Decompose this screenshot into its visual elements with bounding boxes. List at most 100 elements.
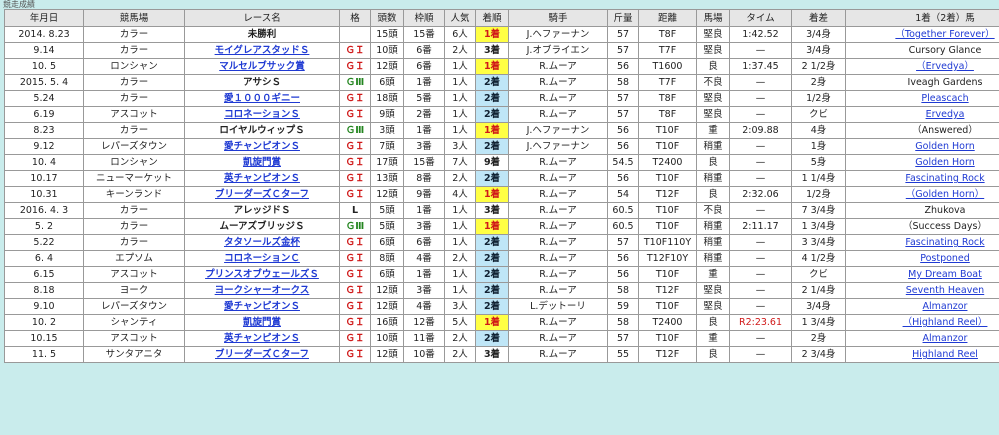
race-name-cell[interactable]: 英チャンピオンＳ: [185, 331, 339, 346]
winner-horse-cell[interactable]: Almanzor: [846, 299, 999, 314]
winner-horse-cell[interactable]: Postponed: [846, 251, 999, 266]
draw-cell: 3番: [404, 139, 444, 154]
margin-cell: 1 3/4身: [792, 315, 845, 330]
margin-cell: 4 1/2身: [792, 251, 845, 266]
margin-cell: 2身: [792, 331, 845, 346]
race-name-cell[interactable]: ブリーダーズＣターフ: [185, 187, 339, 202]
going-cell: 堅良: [697, 107, 729, 122]
race-name-cell[interactable]: 愛チャンピオンＳ: [185, 299, 339, 314]
date-cell: 6.19: [5, 107, 83, 122]
popularity-cell: 2人: [445, 43, 475, 58]
jockey-cell: R.ムーア: [509, 283, 607, 298]
grade-cell: ＧＩ: [340, 171, 370, 186]
margin-cell: 1/2身: [792, 91, 845, 106]
course-cell: レパーズタウン: [84, 139, 184, 154]
going-cell: 良: [697, 315, 729, 330]
time-cell: R2:23.61: [730, 315, 791, 330]
going-cell: 重: [697, 123, 729, 138]
grade-cell: ＧⅢ: [340, 219, 370, 234]
race-name-cell[interactable]: 愛１０００ギニー: [185, 91, 339, 106]
draw-cell: 6番: [404, 43, 444, 58]
race-name-cell[interactable]: ブリーダーズＣターフ: [185, 347, 339, 362]
popularity-cell: 3人: [445, 139, 475, 154]
winner-horse-cell[interactable]: Ervedya: [846, 107, 999, 122]
grade-cell: ＧＩ: [340, 283, 370, 298]
weight-cell: 54.5: [608, 155, 638, 170]
distance-cell: T8F: [639, 107, 696, 122]
race-name-cell[interactable]: 凱旋門賞: [185, 155, 339, 170]
margin-cell: 7 3/4身: [792, 203, 845, 218]
runners-cell: 17頭: [371, 155, 403, 170]
winner-horse-cell[interactable]: （Together Forever）: [846, 27, 999, 42]
jockey-cell: R.ムーア: [509, 235, 607, 250]
runners-cell: 7頭: [371, 139, 403, 154]
winner-horse-cell[interactable]: Seventh Heaven: [846, 283, 999, 298]
distance-cell: T12F: [639, 283, 696, 298]
runners-cell: 12頭: [371, 347, 403, 362]
distance-cell: T7F: [639, 75, 696, 90]
grade-cell: ＧＩ: [340, 43, 370, 58]
draw-cell: 8番: [404, 171, 444, 186]
popularity-cell: 6人: [445, 27, 475, 42]
going-cell: 良: [697, 59, 729, 74]
date-cell: 6.15: [5, 267, 83, 282]
runners-cell: 6頭: [371, 235, 403, 250]
margin-cell: 5身: [792, 155, 845, 170]
race-name-cell[interactable]: 英チャンピオンＳ: [185, 171, 339, 186]
winner-horse-cell[interactable]: （Ervedya）: [846, 59, 999, 74]
going-cell: 堅良: [697, 43, 729, 58]
finish-cell: 2着: [476, 75, 508, 90]
grade-cell: ＧＩ: [340, 235, 370, 250]
finish-cell: 2着: [476, 139, 508, 154]
race-name-cell[interactable]: コロネーションＳ: [185, 107, 339, 122]
runners-cell: 9頭: [371, 107, 403, 122]
runners-cell: 10頭: [371, 331, 403, 346]
winner-horse-cell[interactable]: Fascinating Rock: [846, 171, 999, 186]
winner-horse-cell[interactable]: Highland Reel: [846, 347, 999, 362]
winner-horse-cell[interactable]: Pleascach: [846, 91, 999, 106]
distance-cell: T10F: [639, 123, 696, 138]
popularity-cell: 3人: [445, 299, 475, 314]
runners-cell: 12頭: [371, 59, 403, 74]
winner-horse-cell[interactable]: My Dream Boat: [846, 267, 999, 282]
going-cell: 稍重: [697, 139, 729, 154]
draw-cell: 4番: [404, 251, 444, 266]
going-cell: 稍重: [697, 235, 729, 250]
finish-cell: 2着: [476, 235, 508, 250]
table-row: 8.23 カラー ロイヤルウィップＳ ＧⅢ 3頭 1番 1人 1着 J.ヘファーナン 56 T10F…: [5, 123, 999, 138]
winner-horse-cell[interactable]: Golden Horn: [846, 139, 999, 154]
race-name-cell[interactable]: プリンスオブウェールズＳ: [185, 267, 339, 282]
course-cell: カラー: [84, 27, 184, 42]
race-name-cell[interactable]: 愛チャンピオンＳ: [185, 139, 339, 154]
winner-horse-cell[interactable]: Fascinating Rock: [846, 235, 999, 250]
draw-cell: 12番: [404, 315, 444, 330]
date-cell: 8.23: [5, 123, 83, 138]
grade-cell: ＧＩ: [340, 251, 370, 266]
going-cell: 重: [697, 331, 729, 346]
time-cell: 2:09.88: [730, 123, 791, 138]
winner-horse-cell: （Answered）: [846, 123, 999, 138]
race-name-cell[interactable]: ヨークシャーオークス: [185, 283, 339, 298]
table-row: 10.31 キーンランド ブリーダーズＣターフ ＧＩ 12頭 9番 4人 1着 R.ムーア 54 T…: [5, 187, 999, 202]
race-name-cell[interactable]: コロネーションＣ: [185, 251, 339, 266]
race-name-cell: ムーアズブリッジＳ: [185, 219, 339, 234]
winner-horse-cell[interactable]: （Highland Reel）: [846, 315, 999, 330]
table-row: 5. 2 カラー ムーアズブリッジＳ ＧⅢ 5頭 3番 1人 1着 R.ムーア 60.5 T10F 稍…: [5, 219, 999, 234]
race-name-cell[interactable]: マルセルブサック賞: [185, 59, 339, 74]
jockey-cell: R.ムーア: [509, 107, 607, 122]
margin-cell: 3 3/4身: [792, 235, 845, 250]
jockey-cell: R.ムーア: [509, 171, 607, 186]
header-race-name: レース名: [185, 10, 339, 26]
time-cell: 2:11.17: [730, 219, 791, 234]
race-name-cell[interactable]: タタソールズ金杯: [185, 235, 339, 250]
course-cell: ロンシャン: [84, 155, 184, 170]
jockey-cell: J.ヘファーナン: [509, 27, 607, 42]
race-name-cell[interactable]: 凱旋門賞: [185, 315, 339, 330]
winner-horse-cell[interactable]: Almanzor: [846, 331, 999, 346]
margin-cell: 1 3/4身: [792, 219, 845, 234]
winner-horse-cell[interactable]: （Golden Horn）: [846, 187, 999, 202]
race-name-cell[interactable]: モイグレアスタッドＳ: [185, 43, 339, 58]
runners-cell: 12頭: [371, 299, 403, 314]
winner-horse-cell[interactable]: Golden Horn: [846, 155, 999, 170]
course-cell: アスコット: [84, 331, 184, 346]
